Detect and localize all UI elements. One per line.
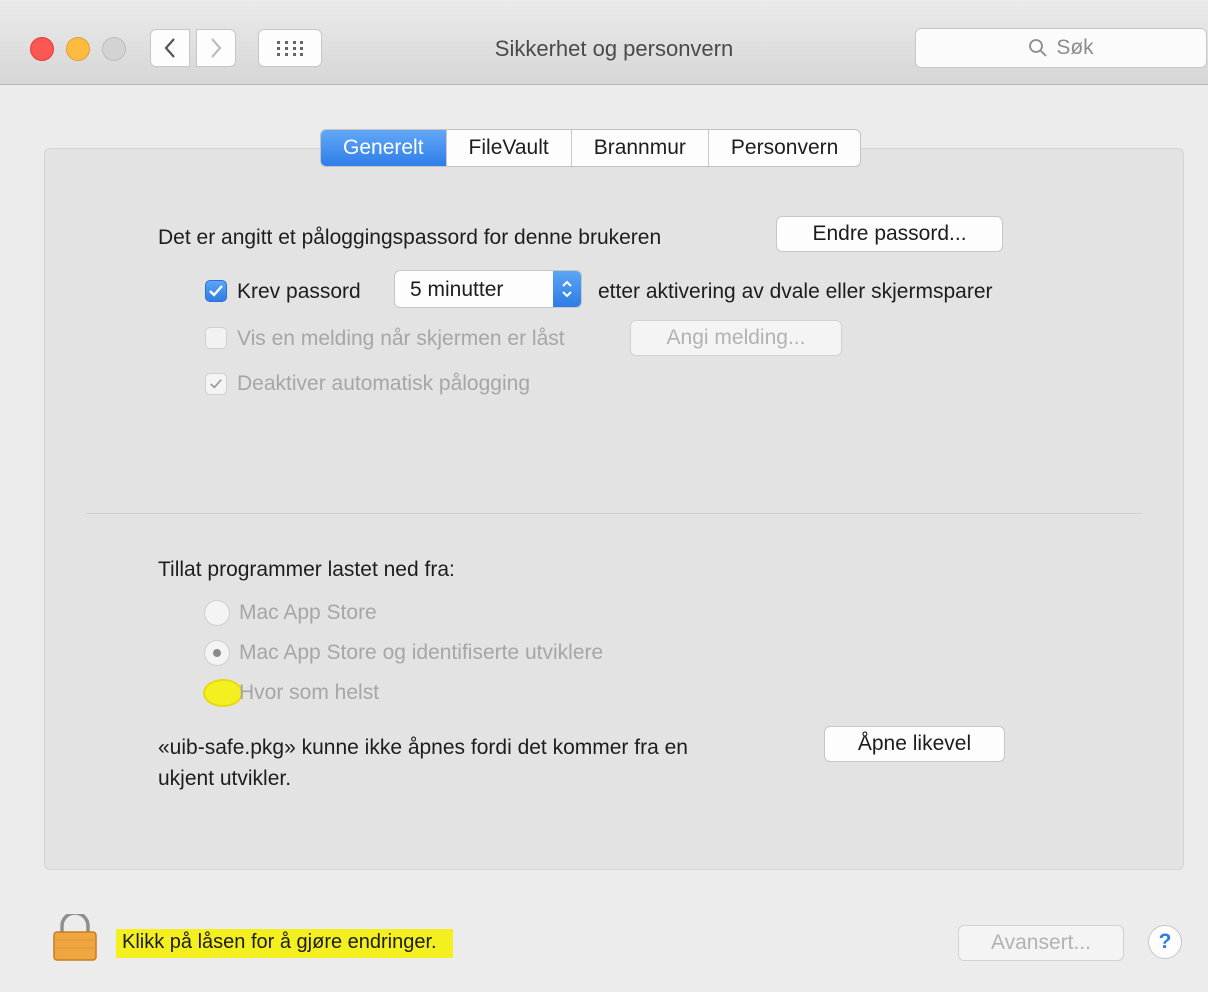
lock-instruction-text: Klikk på låsen for å gjøre endringer.	[116, 929, 453, 958]
radio-anywhere-label: Hvor som helst	[239, 681, 380, 704]
search-icon	[1029, 39, 1047, 57]
search-field[interactable]: Søk	[915, 28, 1207, 68]
minimize-button[interactable]	[66, 37, 90, 61]
grid-icon	[277, 41, 303, 56]
set-message-button[interactable]: Angi melding...	[630, 320, 842, 356]
radio-selected-dot	[213, 649, 221, 657]
open-anyway-button[interactable]: Åpne likevel	[824, 726, 1005, 762]
back-button[interactable]	[150, 29, 190, 67]
allow-apps-heading: Tillat programmer lastet ned fra:	[158, 558, 455, 581]
require-password-delay-select[interactable]: 5 minutter	[394, 270, 582, 308]
tab-brannmur[interactable]: Brannmur	[570, 130, 708, 166]
chevron-right-icon	[211, 38, 222, 58]
show-all-button[interactable]	[258, 29, 322, 67]
tab-personvern[interactable]: Personvern	[707, 130, 860, 166]
show-message-checkbox[interactable]	[205, 327, 227, 349]
checkmark-icon	[209, 285, 223, 297]
advanced-button[interactable]: Avansert...	[958, 925, 1124, 961]
radio-identified-developers-label: Mac App Store og identifiserte utviklere	[239, 641, 604, 664]
require-password-checkbox[interactable]	[205, 280, 227, 302]
tab-bar: Generelt FileVault Brannmur Personvern	[320, 129, 862, 167]
help-icon[interactable]: ?	[1148, 925, 1182, 959]
require-password-label: Krev passord	[237, 280, 361, 303]
window-title: Sikkerhet og personvern	[494, 36, 734, 61]
tab-filevault[interactable]: FileVault	[445, 130, 571, 166]
blocked-message-line2: ukjent utvikler.	[158, 767, 292, 790]
chevron-left-icon	[164, 38, 175, 58]
checkmark-icon	[210, 379, 222, 389]
tab-generelt[interactable]: Generelt	[321, 130, 446, 166]
show-message-label: Vis en melding når skjermen er låst	[237, 327, 565, 350]
radio-mac-app-store-label: Mac App Store	[239, 601, 377, 624]
require-password-delay-value: 5 minutter	[410, 278, 504, 301]
title-bar: Sikkerhet og personvern Søk	[0, 0, 1208, 85]
radio-anywhere[interactable]	[203, 679, 243, 707]
require-password-suffix: etter aktivering av dvale eller skjermsp…	[598, 280, 993, 303]
forward-button[interactable]	[196, 29, 236, 67]
blocked-message-line1: «uib-safe.pkg» kunne ikke åpnes fordi de…	[158, 736, 688, 759]
disable-autologin-checkbox[interactable]	[205, 373, 227, 395]
password-status-text: Det er angitt et påloggingspassord for d…	[158, 226, 662, 249]
lock-icon[interactable]	[52, 914, 98, 962]
content-panel	[44, 148, 1184, 870]
radio-identified-developers[interactable]	[204, 640, 230, 666]
radio-mac-app-store[interactable]	[204, 600, 230, 626]
zoom-button[interactable]	[102, 37, 126, 61]
updown-arrows-icon	[553, 271, 581, 307]
change-password-button[interactable]: Endre passord...	[776, 216, 1003, 252]
close-button[interactable]	[30, 37, 54, 61]
disable-autologin-label: Deaktiver automatisk pålogging	[237, 372, 530, 395]
section-divider	[86, 513, 1142, 514]
search-placeholder: Søk	[1056, 36, 1094, 59]
